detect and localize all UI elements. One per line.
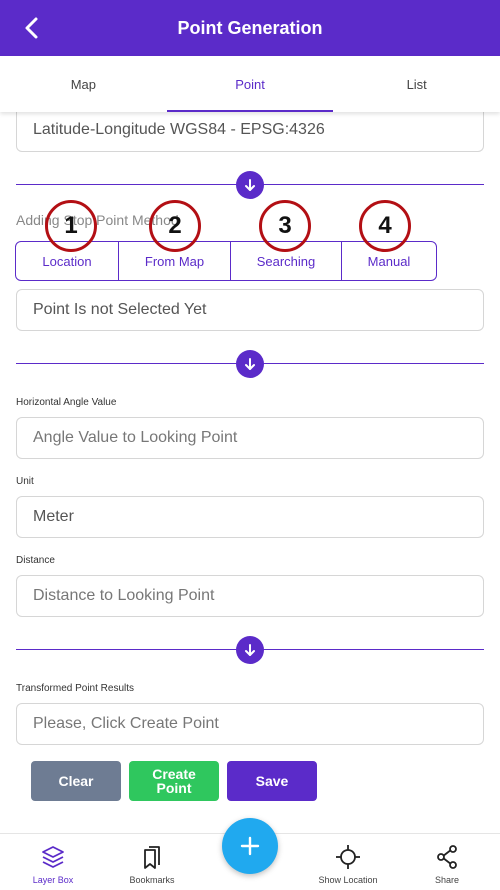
horizontal-angle-placeholder: Angle Value to Looking Point <box>33 429 238 446</box>
action-buttons: Clear Create Point Save <box>31 761 317 801</box>
horizontal-angle-label: Horizontal Angle Value <box>16 397 117 408</box>
horizontal-angle-input[interactable]: Angle Value to Looking Point <box>16 417 484 459</box>
selected-point-value: Point Is not Selected Yet <box>33 301 207 318</box>
expand-down-button[interactable] <box>236 350 264 378</box>
nav-show-location[interactable]: Show Location <box>308 844 388 885</box>
bookmarks-icon <box>144 846 160 869</box>
arrow-down-icon <box>245 358 255 370</box>
unit-value: Meter <box>33 508 74 525</box>
crosshair-icon <box>336 845 360 869</box>
arrow-down-icon <box>245 644 255 656</box>
results-label: Transformed Point Results <box>16 683 135 694</box>
distance-label: Distance <box>16 555 55 566</box>
selected-point-field[interactable]: Point Is not Selected Yet <box>16 289 484 331</box>
unit-select[interactable]: Meter <box>16 496 484 538</box>
page-title: Point Generation <box>177 17 323 38</box>
tab-point[interactable]: Point <box>166 56 334 112</box>
add-fab-button[interactable] <box>222 818 278 874</box>
nav-layer-box[interactable]: Layer Box <box>13 844 93 885</box>
results-field[interactable]: Please, Click Create Point <box>16 703 484 745</box>
nav-share-label: Share <box>434 875 460 885</box>
nav-bookmarks[interactable]: Bookmarks <box>112 844 192 885</box>
layers-icon <box>42 846 64 868</box>
create-point-button[interactable]: Create Point <box>129 761 219 801</box>
arrow-down-icon <box>245 179 255 191</box>
save-button[interactable]: Save <box>227 761 317 801</box>
results-placeholder: Please, Click Create Point <box>33 715 219 732</box>
nav-bookmarks-label: Bookmarks <box>129 875 175 885</box>
tab-bar: Map Point List <box>0 56 500 112</box>
annotation-marker-1: 1 <box>45 200 97 252</box>
nav-layer-box-label: Layer Box <box>32 875 74 885</box>
app-header: Point Generation <box>0 0 500 56</box>
plus-icon <box>240 836 260 856</box>
annotation-marker-2: 2 <box>149 200 201 252</box>
nav-share[interactable]: Share <box>407 844 487 885</box>
tab-list[interactable]: List <box>333 56 500 112</box>
tab-map[interactable]: Map <box>0 56 167 112</box>
annotation-marker-3: 3 <box>259 200 311 252</box>
unit-label: Unit <box>16 476 34 487</box>
distance-input[interactable]: Distance to Looking Point <box>16 575 484 617</box>
expand-down-button[interactable] <box>236 171 264 199</box>
crs-field[interactable]: Latitude-Longitude WGS84 - EPSG:4326 <box>16 108 484 152</box>
nav-show-location-label: Show Location <box>318 875 378 885</box>
crs-value: Latitude-Longitude WGS84 - EPSG:4326 <box>33 120 325 138</box>
expand-down-button[interactable] <box>236 636 264 664</box>
annotation-marker-4: 4 <box>359 200 411 252</box>
clear-button[interactable]: Clear <box>31 761 121 801</box>
distance-placeholder: Distance to Looking Point <box>33 587 215 604</box>
chevron-left-icon[interactable] <box>18 14 46 42</box>
share-icon <box>437 845 457 869</box>
